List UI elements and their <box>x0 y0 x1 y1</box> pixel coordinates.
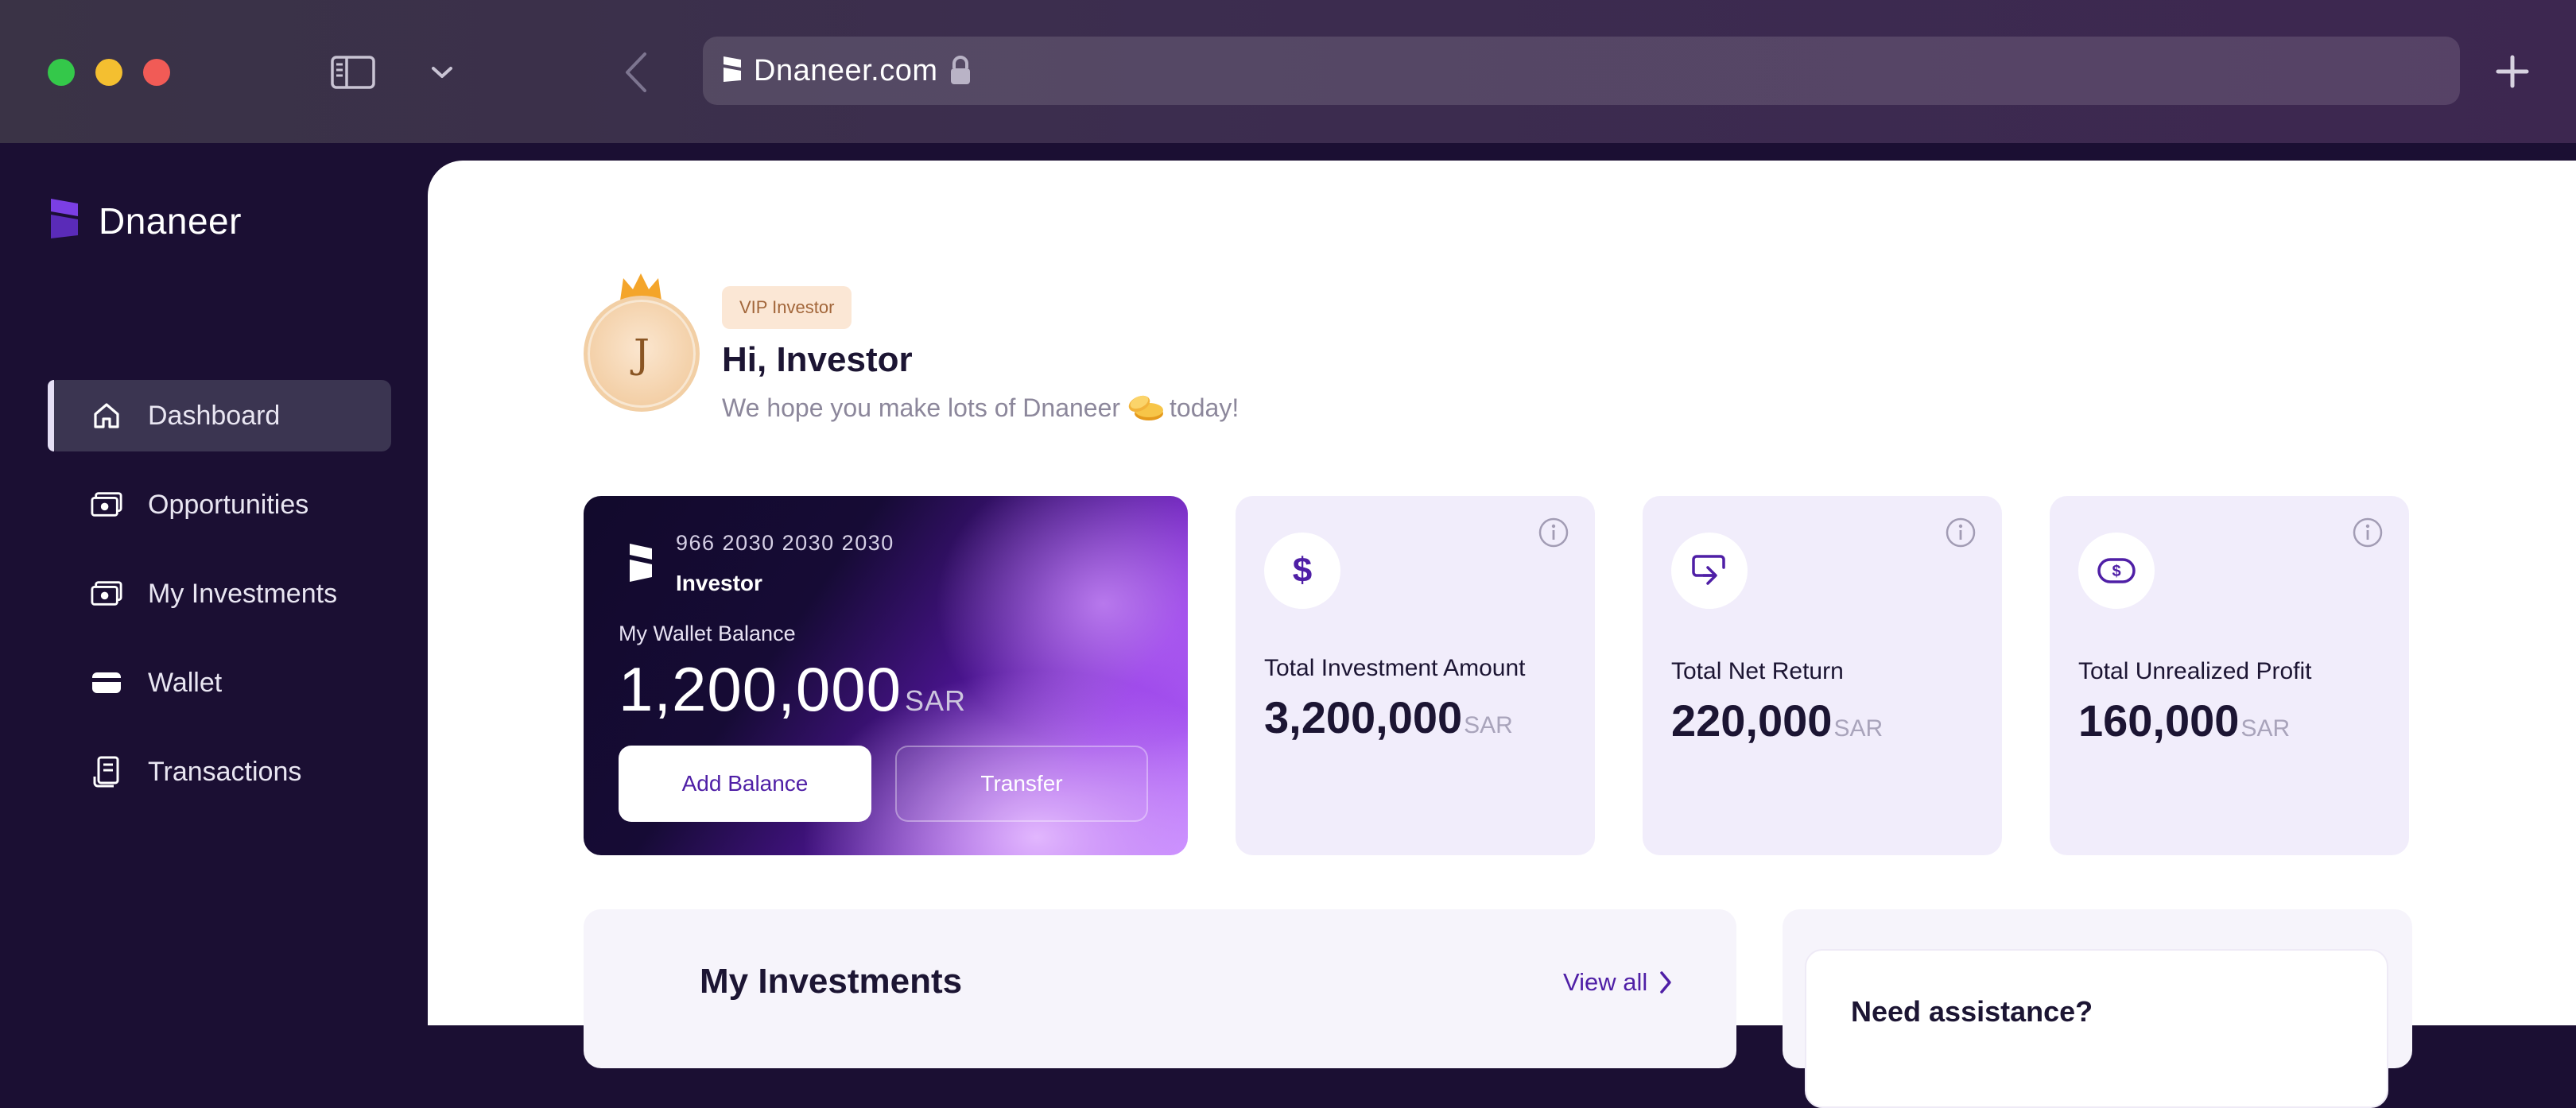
user-avatar[interactable]: J <box>584 272 703 415</box>
wallet-balance-label: My Wallet Balance <box>619 622 796 645</box>
info-icon[interactable] <box>1945 517 1977 552</box>
stat-amount: 220,000 <box>1671 695 1833 746</box>
browser-chrome: Dnaneer.com <box>0 0 2576 143</box>
sidebar-item-label: Wallet <box>148 667 223 698</box>
card-holder: Investor <box>676 571 762 595</box>
card-logo-icon <box>627 542 655 587</box>
chevron-down-icon[interactable] <box>426 49 458 95</box>
transfer-button[interactable]: Transfer <box>895 746 1148 822</box>
stat-value: 160,000 SAR <box>2078 695 2290 746</box>
address-bar[interactable]: Dnaneer.com <box>703 37 2460 105</box>
svg-text:$: $ <box>1293 552 1312 590</box>
greeting-subtitle-end: today! <box>1170 393 1240 422</box>
my-investments-title: My Investments <box>700 962 963 1001</box>
stat-label: Total Investment Amount <box>1264 655 1526 681</box>
sidebar-item-label: Transactions <box>148 756 302 787</box>
cash-icon <box>91 578 122 610</box>
wallet-card: 966 2030 2030 2030 Investor My Wallet Ba… <box>584 496 1188 855</box>
sidebar-item-transactions[interactable]: Transactions <box>48 736 391 808</box>
greeting-subtitle: We hope you make lots of Dnaneer today! <box>722 393 1239 423</box>
stat-currency: SAR <box>1833 715 1884 742</box>
window-minimize-button[interactable] <box>95 59 122 86</box>
sidebar-item-opportunities[interactable]: Opportunities <box>48 469 391 540</box>
sidebar-item-label: My Investments <box>148 578 338 609</box>
money-bill-icon: $ <box>2078 533 2155 609</box>
greeting-subtitle-text: We hope you make lots of Dnaneer <box>722 393 1121 422</box>
receipt-icon <box>91 756 122 788</box>
stat-card-total-investment: $ Total Investment Amount 3,200,000 SAR <box>1236 496 1595 855</box>
view-all-link[interactable]: View all <box>1563 968 1673 997</box>
avatar: J <box>584 296 700 412</box>
lock-icon <box>949 56 972 86</box>
assistance-title: Need assistance? <box>1851 995 2093 1028</box>
return-arrow-icon <box>1671 533 1748 609</box>
wallet-balance-currency: SAR <box>905 684 967 717</box>
assistance-panel: Need assistance? <box>1783 909 2412 1108</box>
assistance-card: Need assistance? <box>1805 949 2388 1108</box>
back-arrow-icon[interactable] <box>620 49 652 95</box>
main-content: J VIP Investor Hi, Investor We hope you … <box>428 161 2576 1108</box>
info-icon[interactable] <box>2352 517 2384 552</box>
window-zoom-button[interactable] <box>48 59 75 86</box>
sidebar-toggle-icon[interactable] <box>328 49 378 95</box>
sidebar-item-dashboard[interactable]: Dashboard <box>48 380 391 451</box>
stat-currency: SAR <box>1464 712 1513 738</box>
home-icon <box>91 400 122 432</box>
sidebar-item-my-investments[interactable]: My Investments <box>48 558 391 630</box>
sidebar: Dnaneer Dashboard Opportunities My Inves… <box>0 143 429 1025</box>
svg-text:$: $ <box>2112 563 2120 580</box>
stat-card-unrealized-profit: $ Total Unrealized Profit 160,000 SAR <box>2050 496 2409 855</box>
wallet-icon <box>91 667 122 699</box>
card-number: 966 2030 2030 2030 <box>676 531 894 555</box>
my-investments-panel: My Investments View all <box>584 909 1736 1068</box>
chevron-right-icon <box>1658 970 1673 994</box>
sidebar-item-wallet[interactable]: Wallet <box>48 647 391 719</box>
stat-amount: 160,000 <box>2078 695 2240 746</box>
cash-icon <box>91 489 122 521</box>
info-icon[interactable] <box>1538 517 1569 552</box>
add-balance-button[interactable]: Add Balance <box>619 746 871 822</box>
avatar-initial: J <box>633 331 650 377</box>
dollar-icon: $ <box>1264 533 1340 609</box>
sidebar-item-label: Dashboard <box>148 400 281 431</box>
brand-name: Dnaneer <box>99 200 242 242</box>
stat-currency: SAR <box>2240 715 2291 742</box>
window-close-button[interactable] <box>143 59 170 86</box>
wallet-balance-value: 1,200,000 <box>619 654 902 724</box>
stat-label: Total Net Return <box>1671 658 1844 684</box>
coins-icon <box>1125 393 1165 423</box>
stat-amount: 3,200,000 <box>1264 692 1463 742</box>
vip-badge: VIP Investor <box>722 286 852 329</box>
stat-value: 220,000 SAR <box>1671 695 1883 746</box>
wallet-balance: 1,200,000 SAR <box>619 653 966 726</box>
stat-card-net-return: Total Net Return 220,000 SAR <box>1643 496 2002 855</box>
view-all-label: View all <box>1563 968 1648 996</box>
stat-value: 3,200,000 SAR <box>1264 692 1513 743</box>
dnaneer-logo-icon <box>48 196 81 246</box>
site-favicon-icon <box>720 53 744 89</box>
stat-label: Total Unrealized Profit <box>2078 658 2312 684</box>
greeting-title: Hi, Investor <box>722 340 913 379</box>
url-text: Dnaneer.com <box>754 53 938 87</box>
new-tab-plus-icon[interactable] <box>2489 48 2536 95</box>
sidebar-item-label: Opportunities <box>148 489 309 520</box>
brand[interactable]: Dnaneer <box>48 196 242 246</box>
